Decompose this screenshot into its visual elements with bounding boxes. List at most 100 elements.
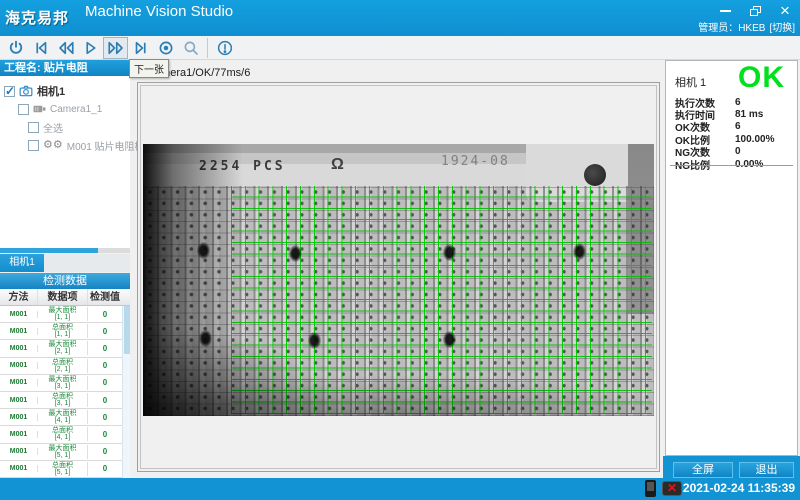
info-button[interactable] [212,37,237,59]
restore-button[interactable] [746,3,764,19]
cell-value: 0 [88,361,122,370]
viewer-canvas: 2254 PCS Ω 1924-08 [140,85,657,469]
close-button[interactable]: × [776,3,794,19]
table-row[interactable]: M001 总面积[2, 1] 0 [0,358,122,375]
image-viewer[interactable]: 2254 PCS Ω 1924-08 [137,82,660,472]
cell-value: 0 [88,327,122,336]
camera-photo: 2254 PCS Ω 1924-08 [143,144,654,416]
table-scrollbar[interactable] [122,306,130,478]
table-row[interactable]: M001 最大面积[4, 1] 0 [0,409,122,426]
column-data-item: 数据项 [38,289,88,305]
title-bar: 海克易邦 Machine Vision Studio × 管理员：HKEB[切换… [0,0,800,36]
menu-item[interactable] [200,20,204,35]
tree-item-camera1[interactable]: 相机1 [4,82,130,100]
project-name-header: 工程名: 贴片电阻 [0,60,130,76]
cell-method: M001 [0,431,38,438]
table-body: M001 最大面积[1, 1] 0 M001 总面积[1, 1] 0 M001 … [0,306,122,478]
cell-method: M001 [0,465,38,472]
toolbar [0,36,800,60]
cell-value: 0 [88,310,122,319]
tree-item-label: 全选 [43,120,63,135]
status-bar: ✕ 2021-02-24 11:35:39 [0,478,800,500]
tree-item-m001[interactable]: ⚙⚙ M001 贴片电阻检测 [4,136,130,154]
cell-method: M001 [0,397,38,404]
tree-item-camera1-1[interactable]: Camera1_1 [4,100,130,118]
table-row[interactable]: M001 最大面积[5, 1] 0 [0,444,122,461]
project-panel: 工程名: 贴片电阻 相机1 Camera1_1 全选 ⚙⚙ M001 贴片电阻检… [0,60,130,248]
device-status-icon[interactable] [645,480,656,497]
minimize-icon [720,10,731,12]
menu-item[interactable] [122,20,126,35]
play-button[interactable] [78,37,103,59]
menu-item[interactable] [304,20,308,35]
scrollbar-thumb[interactable] [124,306,130,354]
toolbar-separator [207,38,208,58]
statistics-panel: 相机 1 OK 执行次数 6 执行时间 81 ms OK次数 6 OK比例 10… [665,60,798,456]
cell-data-item: 最大面积[3, 1] [38,376,88,390]
close-icon: × [780,4,790,18]
cell-value: 0 [88,344,122,353]
stat-value: 81 ms [735,109,763,120]
table-row[interactable]: M001 总面积[3, 1] 0 [0,392,122,409]
error-status-icon[interactable]: ✕ [662,481,682,496]
stat-value: 0 [735,146,741,157]
checkbox-checked[interactable] [4,86,15,97]
cell-data-item: 总面积[4, 1] [38,427,88,441]
status-icons: ✕ [645,480,682,497]
tab-camera1[interactable]: 相机1 [0,254,44,272]
skip-back-button[interactable] [28,37,53,59]
power-icon [7,39,25,57]
checkbox[interactable] [28,140,39,151]
stats-list: 执行次数 6 执行时间 81 ms OK次数 6 OK比例 100.00% NG… [675,96,791,170]
table-row[interactable]: M001 总面积[5, 1] 0 [0,461,122,478]
cell-method: M001 [0,311,38,318]
table-header-row: 方法 数据项 检测值 [0,289,130,306]
table-row[interactable]: M001 总面积[1, 1] 0 [0,323,122,340]
rewind-button[interactable] [53,37,78,59]
record-button[interactable] [153,37,178,59]
menu-item[interactable] [278,20,282,35]
detection-data-header: 检测数据 [0,273,130,289]
fullscreen-button[interactable]: 全屏 [673,462,733,478]
tree-item-label: Camera1_1 [50,104,102,115]
rewind-icon [57,39,75,57]
menu-item[interactable] [252,20,256,35]
checkbox[interactable] [28,122,39,133]
switch-user-link[interactable]: [切换] [769,23,795,34]
cell-value: 0 [88,464,122,473]
menu-item[interactable] [174,20,178,35]
power-button[interactable] [3,37,28,59]
scrollbar-thumb[interactable] [0,248,98,253]
exit-button[interactable]: 退出 [739,462,794,478]
cell-method: M001 [0,345,38,352]
table-row[interactable]: M001 最大面积[3, 1] 0 [0,375,122,392]
table-row[interactable]: M001 最大面积[2, 1] 0 [0,340,122,357]
menu-item[interactable] [148,20,152,35]
cell-data-item: 总面积[1, 1] [38,324,88,338]
menu-item[interactable] [96,20,100,35]
machine-vision-studio-window: 海克易邦 Machine Vision Studio × 管理员：HKEB[切换… [0,0,800,500]
menu-item[interactable] [226,20,230,35]
cell-value: 0 [88,378,122,387]
horizontal-scrollbar[interactable] [0,248,130,253]
menu-item[interactable] [70,20,74,35]
info-icon [216,39,234,57]
minimize-button[interactable] [716,3,734,19]
project-tree: 相机1 Camera1_1 全选 ⚙⚙ M001 贴片电阻检测 [0,76,130,154]
table-row[interactable]: M001 最大面积[1, 1] 0 [0,306,122,323]
cell-data-item: 最大面积[4, 1] [38,410,88,424]
skip-forward-button[interactable] [128,37,153,59]
play-icon [82,39,100,57]
next-image-button[interactable] [103,37,128,59]
cell-method: M001 [0,328,38,335]
skip-forward-icon [132,39,150,57]
table-row[interactable]: M001 总面积[4, 1] 0 [0,426,122,443]
fast-forward-icon [107,39,125,57]
checkbox[interactable] [18,104,29,115]
zoom-button[interactable] [178,37,203,59]
column-method: 方法 [0,289,38,305]
cell-data-item: 最大面积[5, 1] [38,445,88,459]
cell-value: 0 [88,413,122,422]
tree-item-select-all[interactable]: 全选 [4,118,130,136]
cell-method: M001 [0,414,38,421]
